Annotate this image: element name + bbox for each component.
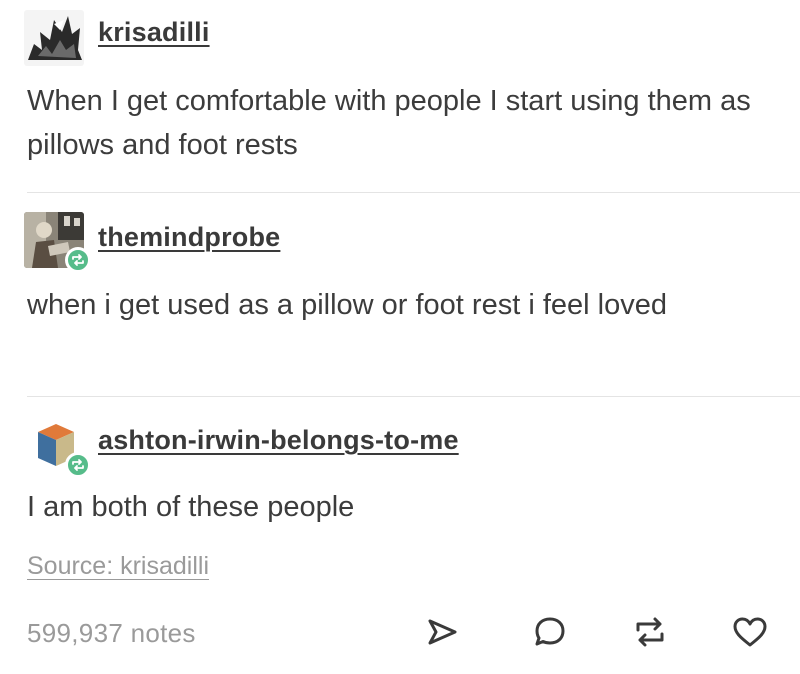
reply-button[interactable]	[528, 610, 572, 654]
post-text-themindprobe: when i get used as a pillow or foot rest…	[27, 289, 667, 321]
username-krisadilli[interactable]: krisadilli	[98, 17, 210, 48]
username-themindprobe[interactable]: themindprobe	[98, 222, 280, 253]
entry-divider	[27, 192, 800, 193]
reblog-badge-icon	[65, 247, 91, 273]
share-icon	[428, 619, 457, 645]
reply-icon	[535, 617, 565, 646]
entry-divider	[27, 396, 800, 397]
source-link[interactable]: Source: krisadilli	[27, 552, 209, 581]
avatar-image	[24, 10, 84, 66]
post-text-krisadilli: When I get comfortable with people I sta…	[27, 85, 751, 161]
like-button[interactable]	[728, 610, 772, 654]
reblog-icon	[636, 617, 664, 647]
share-button[interactable]	[420, 610, 464, 654]
reblog-button[interactable]	[628, 610, 672, 654]
post-text-ashton-irwin-belongs-to-me: I am both of these people	[27, 491, 355, 523]
like-icon	[733, 617, 767, 647]
avatar-krisadilli[interactable]	[24, 10, 84, 66]
username-ashton-irwin-belongs-to-me[interactable]: ashton-irwin-belongs-to-me	[98, 425, 459, 456]
notes-count[interactable]: 599,937 notes	[27, 618, 196, 649]
reblog-badge-icon	[65, 452, 91, 478]
post-actions	[420, 610, 790, 660]
